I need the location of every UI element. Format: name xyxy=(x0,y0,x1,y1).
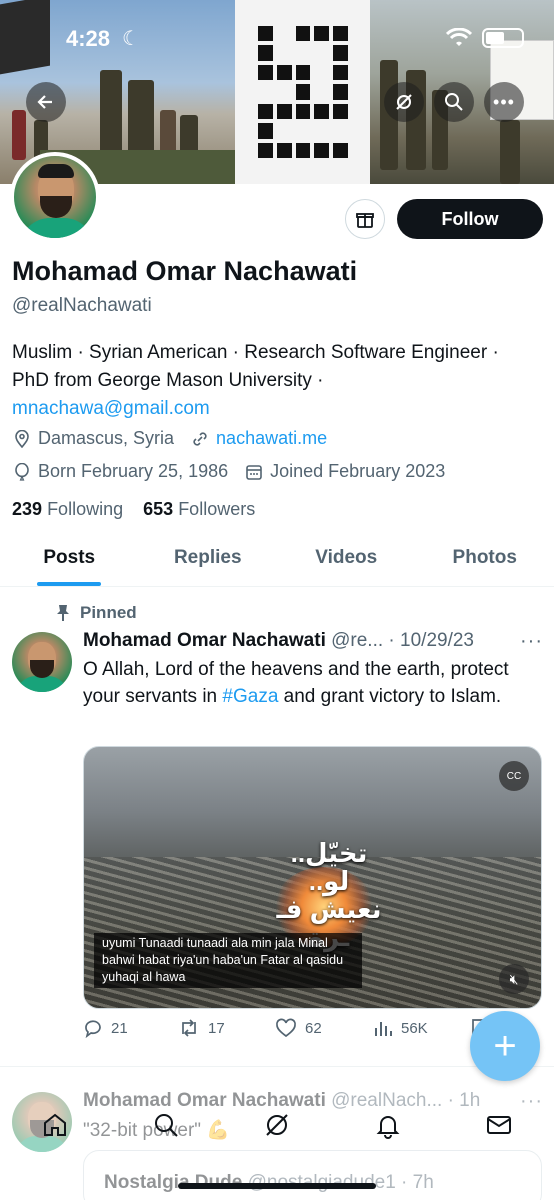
profile-meta-row: Damascus, Syria nachawati.me xyxy=(12,428,327,449)
bottom-navigation xyxy=(0,1090,554,1160)
like-button[interactable]: 62 xyxy=(275,1018,322,1038)
balloon-icon xyxy=(12,462,32,482)
status-time: 4:28 xyxy=(66,26,111,51)
status-bar: 4:28 ☾ xyxy=(0,22,554,52)
follow-button[interactable]: Follow xyxy=(397,199,543,239)
home-indicator xyxy=(178,1183,376,1189)
arrow-left-icon xyxy=(37,95,52,109)
mail-icon xyxy=(486,1116,511,1134)
nav-home[interactable] xyxy=(35,1105,75,1145)
tweet-text: O Allah, Lord of the heavens and the ear… xyxy=(83,659,509,707)
bio-email-link[interactable]: mnachawa@gmail.com xyxy=(12,395,542,423)
profile-tabs: Posts Replies Videos Photos xyxy=(0,530,554,587)
location-pin-icon xyxy=(12,429,32,449)
followers-label: Followers xyxy=(178,499,256,519)
profile-born: Born February 25, 1986 xyxy=(38,461,229,481)
nav-search[interactable] xyxy=(146,1105,186,1145)
gift-icon xyxy=(356,213,374,228)
followers-count: 653 xyxy=(143,499,174,519)
home-icon xyxy=(44,1113,67,1136)
profile-name: Mohamad Omar Nachawati xyxy=(12,256,358,286)
calendar-icon xyxy=(244,462,264,482)
tweet-header: Mohamad Omar Nachawati @re... · 10/29/23 xyxy=(83,630,474,652)
link-icon xyxy=(190,429,210,449)
profile-bio: Muslim · Syrian American · Research Soft… xyxy=(12,339,542,423)
search-button[interactable] xyxy=(434,82,474,122)
tweet-more-button[interactable]: ··· xyxy=(520,630,543,653)
tweet-author-name[interactable]: Mohamad Omar Nachawati xyxy=(83,630,326,651)
mute-icon[interactable]: 🔇︎ xyxy=(499,964,529,994)
analytics-icon xyxy=(375,1022,392,1036)
nav-messages[interactable] xyxy=(479,1105,519,1145)
grok-icon xyxy=(396,94,412,110)
more-options-button[interactable]: ••• xyxy=(484,82,524,122)
wifi-icon xyxy=(446,28,472,46)
reply-icon xyxy=(85,1020,101,1038)
search-icon xyxy=(155,1114,178,1137)
reply-button[interactable]: 21 xyxy=(83,1018,128,1038)
followers-link[interactable]: 653 Followers xyxy=(143,499,255,519)
plus-icon: + xyxy=(493,1023,517,1068)
tweet-author-avatar[interactable] xyxy=(12,632,72,692)
more-icon: ••• xyxy=(493,91,515,112)
following-count: 239 xyxy=(12,499,43,519)
search-icon xyxy=(445,93,463,111)
profile-website-link[interactable]: nachawati.me xyxy=(216,428,327,449)
pinned-indicator: Pinned xyxy=(56,603,137,623)
battery-icon xyxy=(482,28,524,48)
profile-joined: Joined February 2023 xyxy=(270,461,446,481)
tab-photos[interactable]: Photos xyxy=(416,530,554,586)
heart-icon xyxy=(276,1018,296,1038)
video-caption: uyumi Tunaadi tunaadi ala min jala Minal… xyxy=(94,933,362,988)
tab-replies[interactable]: Replies xyxy=(139,530,278,586)
compose-button[interactable]: + xyxy=(470,1011,540,1081)
nav-notifications[interactable] xyxy=(368,1105,408,1145)
moon-icon: ☾ xyxy=(122,28,140,50)
repost-icon xyxy=(182,1019,196,1037)
like-count: 62 xyxy=(305,1019,322,1037)
closed-captions-icon[interactable]: CC xyxy=(499,761,529,791)
bio-line: Muslim · Syrian American · Research Soft… xyxy=(12,342,499,363)
reply-count: 21 xyxy=(111,1019,128,1037)
tweet-divider xyxy=(0,1066,554,1067)
nav-grok[interactable] xyxy=(257,1105,297,1145)
tab-posts[interactable]: Posts xyxy=(0,530,139,586)
tweet-handle-date: @re... · 10/29/23 xyxy=(331,630,474,651)
views-button[interactable]: 56K xyxy=(373,1018,428,1038)
tweet-video[interactable]: تخيّل.. لو.. نعيش فـ ـرة CC uyumi Tunaad… xyxy=(83,746,542,1009)
pin-icon xyxy=(57,605,69,621)
bio-line: PhD from George Mason University · xyxy=(12,370,324,391)
grok-button[interactable] xyxy=(384,82,424,122)
hashtag-link[interactable]: #Gaza xyxy=(222,686,278,707)
profile-avatar[interactable] xyxy=(10,152,100,242)
profile-counts: 239 Following 653 Followers xyxy=(12,499,255,520)
back-button[interactable] xyxy=(26,82,66,122)
pinned-label: Pinned xyxy=(80,603,137,622)
bell-icon xyxy=(376,1116,400,1139)
view-count: 56K xyxy=(401,1019,428,1037)
profile-handle: @realNachawati xyxy=(12,295,152,316)
grok-icon xyxy=(266,1114,288,1136)
following-label: Following xyxy=(47,499,124,519)
profile-location: Damascus, Syria xyxy=(38,428,175,448)
profile-meta-row: Born February 25, 1986 Joined February 2… xyxy=(12,461,445,482)
subscribe-gift-button[interactable] xyxy=(345,199,385,239)
repost-button[interactable]: 17 xyxy=(178,1018,225,1038)
following-link[interactable]: 239 Following xyxy=(12,499,123,519)
repost-count: 17 xyxy=(208,1019,225,1037)
tab-videos[interactable]: Videos xyxy=(277,530,416,586)
